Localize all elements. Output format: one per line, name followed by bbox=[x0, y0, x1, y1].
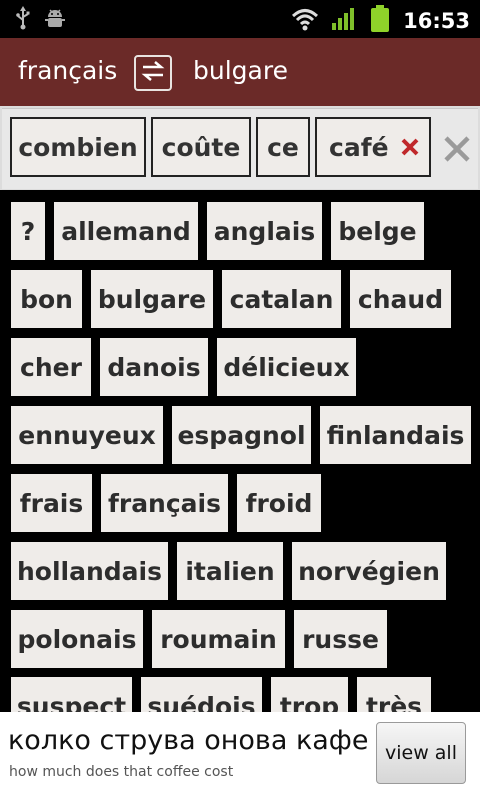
word-tile[interactable]: finlandais bbox=[320, 406, 471, 464]
clear-x-icon bbox=[442, 136, 472, 168]
phrase-bar: combien coûte ce café bbox=[0, 106, 480, 190]
word-tile[interactable]: roumain bbox=[152, 610, 285, 668]
word-tile-label: chaud bbox=[357, 284, 444, 314]
word-tile[interactable]: très bbox=[357, 677, 431, 712]
word-tile-label: français bbox=[107, 488, 221, 518]
word-tile-label: espagnol bbox=[177, 420, 306, 450]
word-tile-label: suédois bbox=[147, 691, 256, 713]
word-tile-label: anglais bbox=[213, 216, 316, 246]
view-all-label: view all bbox=[385, 742, 457, 764]
phrase-word-label: coûte bbox=[161, 132, 241, 162]
system-icons: 16:53 bbox=[291, 5, 470, 37]
word-tile[interactable]: hollandais bbox=[11, 542, 168, 600]
word-tile-label: russe bbox=[302, 624, 379, 654]
word-tile-label: danois bbox=[107, 352, 201, 382]
translation-text: колко струва онова кафе bbox=[8, 725, 369, 756]
translation-panel: колко струва онова кафе how much does th… bbox=[0, 712, 480, 800]
word-tile-label: très bbox=[365, 691, 423, 713]
word-tile[interactable]: ennuyeux bbox=[11, 406, 163, 464]
phrase-word-label: combien bbox=[18, 132, 138, 162]
word-tile-label: norvégien bbox=[298, 556, 440, 586]
word-tile[interactable]: belge bbox=[331, 202, 424, 260]
word-tile[interactable]: catalan bbox=[222, 270, 341, 328]
word-tile-label: italien bbox=[185, 556, 275, 586]
swap-arrows-icon bbox=[139, 59, 167, 87]
word-tile-label: bon bbox=[20, 284, 73, 314]
word-tile[interactable]: suspect bbox=[11, 677, 132, 712]
phrase-word-label: café bbox=[329, 132, 389, 162]
word-tile[interactable]: délicieux bbox=[217, 338, 356, 396]
phrase-word[interactable]: ce bbox=[256, 117, 310, 177]
battery-icon bbox=[369, 5, 391, 37]
usb-icon bbox=[16, 6, 30, 34]
word-tile[interactable]: ? bbox=[11, 202, 45, 260]
word-tile-label: frais bbox=[19, 488, 84, 518]
word-tile[interactable]: bulgare bbox=[91, 270, 213, 328]
cell-signal-icon bbox=[331, 7, 357, 35]
word-tile[interactable]: danois bbox=[100, 338, 208, 396]
word-tile-label: polonais bbox=[17, 624, 137, 654]
word-tile[interactable]: russe bbox=[294, 610, 387, 668]
word-tile[interactable]: français bbox=[101, 474, 228, 532]
phrase-word-selected[interactable]: café bbox=[315, 117, 431, 177]
word-tile-label: finlandais bbox=[326, 420, 465, 450]
word-tile[interactable]: suédois bbox=[141, 677, 262, 712]
word-tile-label: cher bbox=[20, 352, 82, 382]
word-tile[interactable]: espagnol bbox=[172, 406, 311, 464]
word-tile[interactable]: froid bbox=[237, 474, 321, 532]
word-tile[interactable]: norvégien bbox=[292, 542, 446, 600]
word-tile-label: hollandais bbox=[17, 556, 162, 586]
swap-languages-button[interactable] bbox=[134, 55, 172, 91]
word-tile[interactable]: trop bbox=[271, 677, 348, 712]
word-tile[interactable]: cher bbox=[11, 338, 91, 396]
remove-x-icon[interactable] bbox=[401, 138, 419, 156]
clock: 16:53 bbox=[403, 9, 470, 33]
wifi-icon bbox=[291, 7, 319, 35]
word-tile-label: délicieux bbox=[223, 352, 350, 382]
notification-icons bbox=[16, 6, 66, 34]
word-tile[interactable]: polonais bbox=[11, 610, 143, 668]
word-grid: ? allemand anglais belge bon bulgare cat… bbox=[0, 192, 480, 712]
word-tile-label: ennuyeux bbox=[18, 420, 156, 450]
source-language[interactable]: français bbox=[18, 56, 117, 86]
word-tile-label: ? bbox=[20, 216, 36, 246]
word-tile-label: belge bbox=[338, 216, 417, 246]
target-language[interactable]: bulgare bbox=[193, 56, 288, 86]
word-tile-label: roumain bbox=[160, 624, 277, 654]
phrase-area: combien coûte ce café bbox=[2, 108, 478, 189]
translation-gloss: how much does that coffee cost bbox=[9, 764, 234, 780]
phrase-word[interactable]: combien bbox=[10, 117, 146, 177]
word-tile[interactable]: frais bbox=[11, 474, 92, 532]
word-tile-label: froid bbox=[245, 488, 313, 518]
word-tile[interactable]: italien bbox=[177, 542, 283, 600]
word-tile-label: trop bbox=[279, 691, 340, 713]
word-tile[interactable]: anglais bbox=[207, 202, 322, 260]
language-header: français bulgare bbox=[0, 38, 480, 106]
word-tile[interactable]: allemand bbox=[54, 202, 198, 260]
word-tile[interactable]: bon bbox=[11, 270, 82, 328]
android-debug-icon bbox=[44, 7, 66, 33]
status-bar: 16:53 bbox=[0, 0, 480, 38]
word-tile-label: allemand bbox=[61, 216, 191, 246]
word-tile[interactable]: chaud bbox=[350, 270, 451, 328]
word-tile-label: catalan bbox=[229, 284, 334, 314]
phrase-word-label: ce bbox=[267, 132, 299, 162]
word-tile-label: bulgare bbox=[97, 284, 207, 314]
phrase-word[interactable]: coûte bbox=[151, 117, 251, 177]
clear-phrase-button[interactable] bbox=[442, 134, 474, 166]
word-tile-label: suspect bbox=[16, 691, 127, 713]
view-all-button[interactable]: view all bbox=[376, 722, 466, 784]
